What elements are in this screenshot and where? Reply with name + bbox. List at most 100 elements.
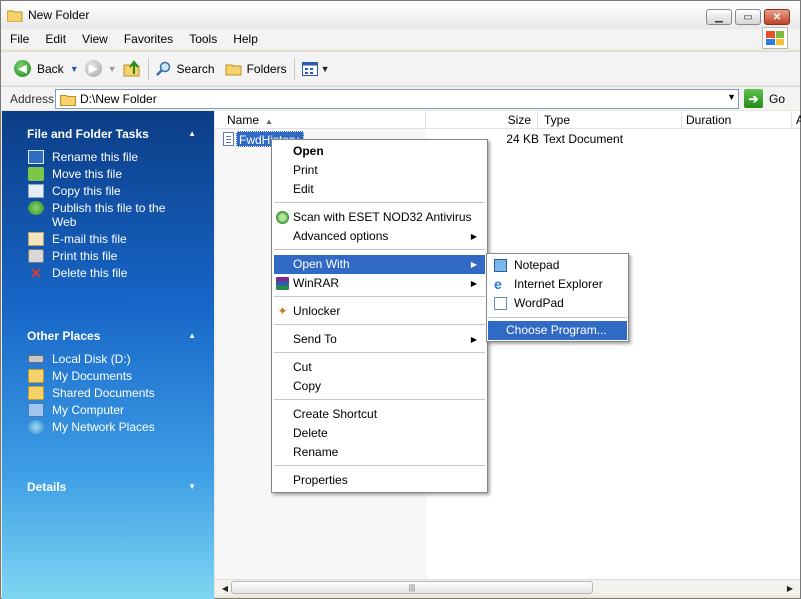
folders-button[interactable]: Folders	[222, 57, 290, 81]
forward-button[interactable]: ▶	[82, 57, 105, 81]
window-title: New Folder	[28, 8, 90, 22]
winrar-icon	[276, 277, 289, 290]
address-dropdown-icon[interactable]: ▼	[727, 92, 736, 102]
horizontal-scrollbar[interactable]: ◀ ||| ▶	[215, 579, 800, 595]
menu-item-create-shortcut[interactable]: Create Shortcut	[274, 405, 485, 424]
up-folder-button[interactable]	[120, 57, 144, 81]
address-value: D:\New Folder	[80, 92, 157, 106]
task-email-file[interactable]: E-mail this file	[2, 232, 214, 246]
menu-item-unlocker[interactable]: ✦ Unlocker	[274, 302, 485, 321]
task-delete-file[interactable]: ✕ Delete this file	[2, 266, 214, 280]
task-publish-web[interactable]: Publish this file to the Web	[2, 201, 214, 229]
file-folder-tasks-title: File and Folder Tasks	[27, 127, 149, 141]
place-my-documents[interactable]: My Documents	[2, 369, 214, 383]
column-header-size[interactable]: Size	[426, 111, 538, 129]
menu-item-label: Delete	[293, 426, 328, 440]
minimize-button[interactable]: ▁	[706, 9, 732, 25]
task-label: Copy this file	[52, 184, 121, 198]
back-history-dropdown[interactable]: ▼	[70, 64, 79, 74]
column-header-more[interactable]: A	[792, 111, 801, 129]
go-arrow-icon: ➔	[744, 89, 763, 108]
other-places-section: Other Places ▲ Local Disk (D:) My Docume…	[2, 326, 214, 437]
submenu-item-choose-program[interactable]: Choose Program...	[488, 321, 627, 340]
collapse-icon[interactable]: ▲	[188, 124, 196, 144]
place-label: Shared Documents	[52, 386, 155, 400]
task-rename-file[interactable]: Rename this file	[2, 150, 214, 164]
menu-item-open-with[interactable]: Open With ▶	[274, 255, 485, 274]
views-button[interactable]: ▼	[299, 57, 336, 81]
task-move-file[interactable]: Move this file	[2, 167, 214, 181]
close-button[interactable]: ✕	[764, 9, 790, 25]
menu-separator	[274, 296, 485, 297]
menu-favorites[interactable]: Favorites	[116, 32, 181, 46]
submenu-arrow-icon: ▶	[470, 260, 477, 269]
search-button[interactable]: Search	[153, 57, 218, 81]
menu-edit[interactable]: Edit	[37, 32, 74, 46]
column-header-duration[interactable]: Duration	[682, 111, 792, 129]
details-title: Details	[27, 480, 67, 494]
menu-tools[interactable]: Tools	[181, 32, 225, 46]
back-button[interactable]: ◀ Back	[11, 57, 67, 81]
menu-separator	[488, 317, 627, 318]
address-label: Address	[10, 91, 55, 106]
menu-view[interactable]: View	[74, 32, 116, 46]
menu-item-copy[interactable]: Copy	[274, 377, 485, 396]
explorer-window: New Folder ▁ ▭ ✕ File Edit View Favorite…	[0, 0, 801, 599]
submenu-item-wordpad[interactable]: WordPad	[488, 294, 627, 313]
column-header-type[interactable]: Type	[538, 111, 682, 129]
task-print-file[interactable]: Print this file	[2, 249, 214, 263]
place-shared-documents[interactable]: Shared Documents	[2, 386, 214, 400]
submenu-item-label: WordPad	[514, 296, 564, 310]
go-button[interactable]: ➔ Go	[744, 89, 785, 108]
submenu-item-label: Choose Program...	[506, 323, 607, 337]
title-bar[interactable]: New Folder ▁ ▭ ✕	[1, 1, 800, 29]
toolbar-separator	[293, 57, 295, 80]
scroll-right-icon[interactable]: ▶	[782, 581, 798, 595]
place-my-network[interactable]: My Network Places	[2, 420, 214, 434]
go-label: Go	[769, 91, 786, 106]
submenu-item-notepad[interactable]: Notepad	[488, 256, 627, 275]
address-input[interactable]: D:\New Folder ▼	[55, 89, 739, 109]
collapse-icon[interactable]: ▲	[188, 326, 196, 346]
expand-icon[interactable]: ▼	[188, 477, 196, 497]
maximize-icon: ▭	[743, 11, 753, 23]
column-header-name[interactable]: Name ▲	[215, 111, 426, 129]
menu-item-scan-eset[interactable]: Scan with ESET NOD32 Antivirus	[274, 208, 485, 227]
menu-item-print[interactable]: Print	[274, 161, 485, 180]
menu-item-edit[interactable]: Edit	[274, 180, 485, 199]
task-label: Delete this file	[52, 266, 128, 280]
menu-item-delete[interactable]: Delete	[274, 424, 485, 443]
menu-help[interactable]: Help	[225, 32, 266, 46]
details-header[interactable]: Details ▼	[2, 477, 214, 497]
rename-icon	[28, 150, 44, 164]
text-document-icon	[223, 132, 234, 146]
file-folder-tasks-header[interactable]: File and Folder Tasks ▲	[2, 124, 214, 144]
menu-item-rename[interactable]: Rename	[274, 443, 485, 462]
forward-history-dropdown[interactable]: ▼	[108, 64, 117, 74]
task-copy-file[interactable]: Copy this file	[2, 184, 214, 198]
task-label: Publish this file to the Web	[52, 201, 166, 229]
menu-item-send-to[interactable]: Send To ▶	[274, 330, 485, 349]
details-section: Details ▼	[2, 477, 214, 497]
place-my-computer[interactable]: My Computer	[2, 403, 214, 417]
other-places-header[interactable]: Other Places ▲	[2, 326, 214, 346]
forward-arrow-icon: ▶	[84, 60, 102, 77]
maximize-button[interactable]: ▭	[735, 9, 761, 25]
menu-item-advanced-options[interactable]: Advanced options ▶	[274, 227, 485, 246]
menu-item-open[interactable]: Open	[274, 142, 485, 161]
menu-item-label: Advanced options	[293, 229, 389, 243]
menu-item-cut[interactable]: Cut	[274, 358, 485, 377]
copy-icon	[28, 184, 44, 198]
search-label: Search	[176, 61, 215, 76]
print-icon	[28, 249, 44, 263]
menu-item-winrar[interactable]: WinRAR ▶	[274, 274, 485, 293]
toolbar-separator	[147, 57, 149, 80]
menu-item-label: Copy	[293, 379, 322, 393]
other-places-title: Other Places	[27, 329, 101, 343]
place-local-disk[interactable]: Local Disk (D:)	[2, 352, 214, 366]
menu-item-label: Cut	[293, 360, 312, 374]
scrollbar-thumb[interactable]: |||	[231, 581, 593, 594]
submenu-item-internet-explorer[interactable]: e Internet Explorer	[488, 275, 627, 294]
menu-item-properties[interactable]: Properties	[274, 471, 485, 490]
menu-file[interactable]: File	[1, 32, 37, 46]
